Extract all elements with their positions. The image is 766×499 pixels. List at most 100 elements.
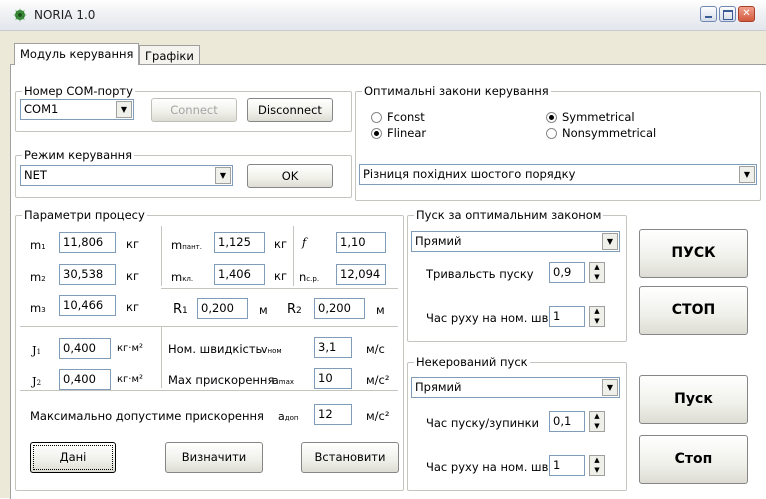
- m1-input[interactable]: 11,806: [59, 232, 116, 253]
- j1-unit: кг·м²: [117, 343, 144, 354]
- com-port-group: Номер COM-порту COM1 ▼ Connect Disconnec…: [15, 84, 352, 132]
- title-bar: NORIA 1.0 ✕: [0, 0, 766, 31]
- a-max-symbol: amax: [272, 374, 295, 387]
- optimal-start-button[interactable]: ПУСК: [639, 229, 748, 278]
- radio-symmetrical-label: Symmetrical: [562, 110, 635, 124]
- a-max-unit: м/с²: [366, 373, 390, 387]
- duration-spinner[interactable]: ▲ ▼: [589, 262, 605, 283]
- j2-input[interactable]: 0,400: [59, 369, 111, 390]
- criterion-select[interactable]: Різниця похідних шостого порядку ▼: [359, 164, 757, 185]
- start-stop-time-spinner[interactable]: ▲ ▼: [589, 411, 605, 432]
- spin-up-icon[interactable]: ▲: [590, 412, 604, 421]
- com-port-select[interactable]: COM1 ▼: [20, 99, 134, 120]
- radio-fconst-label: Fconst: [387, 110, 425, 124]
- define-button[interactable]: Визначити: [165, 442, 263, 473]
- m-pant-input[interactable]: 1,125: [214, 232, 265, 253]
- r2-input[interactable]: 0,200: [314, 298, 365, 319]
- m-kl-input[interactable]: 1,406: [214, 264, 265, 285]
- r1-input[interactable]: 0,200: [197, 298, 248, 319]
- a-max-input[interactable]: 10: [314, 368, 352, 389]
- minimize-button[interactable]: [700, 6, 717, 22]
- optimal-direction-value: Прямий: [415, 234, 462, 248]
- optimal-stop-button[interactable]: СТОП: [639, 286, 748, 335]
- spin-up-icon[interactable]: ▲: [590, 456, 604, 465]
- duration-input[interactable]: 0,9: [549, 262, 585, 283]
- r1-label: R1: [173, 302, 188, 317]
- a-dop-unit: м/с²: [366, 409, 390, 423]
- spin-up-icon[interactable]: ▲: [590, 307, 604, 316]
- ok-button[interactable]: OK: [247, 164, 333, 188]
- spin-down-icon[interactable]: ▼: [590, 317, 604, 326]
- m-pant-label: mпант.: [171, 238, 202, 252]
- n-sr-input[interactable]: 12,094: [336, 264, 386, 285]
- m-kl-unit: кг: [274, 269, 287, 283]
- process-params-group: Параметри процесу m1 11,806 кг mпант. 1,…: [15, 208, 404, 491]
- control-mode-select[interactable]: NET ▼: [20, 165, 233, 186]
- uncontrolled-start-group: Некерований пуск Прямий ▼ Час пуску/зупи…: [407, 355, 627, 491]
- radio-fconst[interactable]: [371, 112, 382, 123]
- v-nom-label: Ном. швидкість: [168, 342, 263, 356]
- control-mode-group: Режим керування NET ▼ OK: [15, 148, 352, 198]
- close-button[interactable]: ✕: [738, 6, 755, 22]
- a-dop-input[interactable]: 12: [314, 404, 352, 425]
- a-max-label: Max прискорення: [168, 373, 275, 387]
- f-input[interactable]: 1,10: [336, 232, 386, 253]
- uncontrolled-stop-button[interactable]: Стоп: [639, 435, 748, 484]
- tab-charts[interactable]: Графіки: [139, 45, 200, 65]
- app-window: NORIA 1.0 ✕ Модуль керування Графіки Ном…: [0, 0, 766, 499]
- optimal-time-spinner[interactable]: ▲ ▼: [589, 306, 605, 327]
- f-label: f: [302, 235, 307, 249]
- start-stop-time-input[interactable]: 0,1: [549, 411, 585, 432]
- data-button[interactable]: Дані: [30, 442, 116, 473]
- separator: [20, 326, 398, 328]
- disconnect-button[interactable]: Disconnect: [247, 98, 333, 122]
- radio-nonsymmetrical-label: Nonsymmetrical: [562, 126, 657, 140]
- uncontrolled-start-button[interactable]: Пуск: [639, 375, 748, 424]
- radio-flinear[interactable]: [371, 128, 382, 139]
- separator: [161, 326, 163, 388]
- m2-label: m2: [30, 270, 46, 284]
- radio-symmetrical[interactable]: [546, 112, 557, 123]
- spin-down-icon[interactable]: ▼: [590, 466, 604, 475]
- optimal-laws-legend: Оптимальні закони керування: [362, 84, 551, 98]
- uncontrolled-time-label: Час руху на ном. шв.: [426, 460, 553, 474]
- uncontrolled-time-spinner[interactable]: ▲ ▼: [589, 455, 605, 476]
- process-params-legend: Параметри процесу: [22, 208, 147, 222]
- set-button[interactable]: Встановити: [301, 442, 399, 473]
- maximize-button[interactable]: [719, 6, 736, 22]
- optimal-start-group: Пуск за оптимальним законом Прямий ▼ Три…: [407, 208, 627, 342]
- uncontrolled-direction-select[interactable]: Прямий ▼: [411, 377, 620, 398]
- chevron-down-icon: ▼: [602, 379, 618, 396]
- v-nom-input[interactable]: 3,1: [314, 337, 352, 358]
- j1-label: J1: [32, 343, 42, 357]
- j2-label: J2: [32, 374, 42, 388]
- r2-label: R2: [287, 302, 302, 317]
- tab-panel: Номер COM-порту COM1 ▼ Connect Disconnec…: [10, 64, 766, 499]
- optimal-laws-group: Оптимальні закони керування Fconst Fline…: [355, 84, 761, 201]
- separator: [161, 288, 398, 290]
- radio-flinear-label: Flinear: [387, 126, 427, 140]
- a-dop-symbol: aдоп: [278, 410, 299, 423]
- com-port-value: COM1: [24, 102, 59, 116]
- uncontrolled-direction-value: Прямий: [415, 380, 462, 394]
- j2-unit: кг·м²: [117, 374, 144, 385]
- chevron-down-icon: ▼: [116, 101, 132, 118]
- m1-unit: кг: [126, 237, 139, 251]
- app-logo-icon: [13, 8, 27, 22]
- j1-input[interactable]: 0,400: [59, 338, 111, 359]
- spin-down-icon[interactable]: ▼: [590, 422, 604, 431]
- m-pant-unit: кг: [274, 237, 287, 251]
- spin-up-icon[interactable]: ▲: [590, 263, 604, 272]
- uncontrolled-time-input[interactable]: 1: [549, 455, 585, 476]
- optimal-direction-select[interactable]: Прямий ▼: [411, 231, 620, 252]
- radio-nonsymmetrical[interactable]: [546, 128, 557, 139]
- m2-input[interactable]: 30,538: [59, 264, 116, 285]
- optimal-time-input[interactable]: 1: [549, 306, 585, 327]
- spin-down-icon[interactable]: ▼: [590, 273, 604, 282]
- m2-unit: кг: [126, 269, 139, 283]
- m3-input[interactable]: 10,466: [59, 295, 116, 316]
- connect-button[interactable]: Connect: [151, 98, 237, 122]
- a-dop-label: Максимально допустиме прискорення: [30, 409, 264, 423]
- duration-label: Тривальсть пуску: [426, 267, 534, 281]
- tab-control-module[interactable]: Модуль керування: [14, 43, 140, 65]
